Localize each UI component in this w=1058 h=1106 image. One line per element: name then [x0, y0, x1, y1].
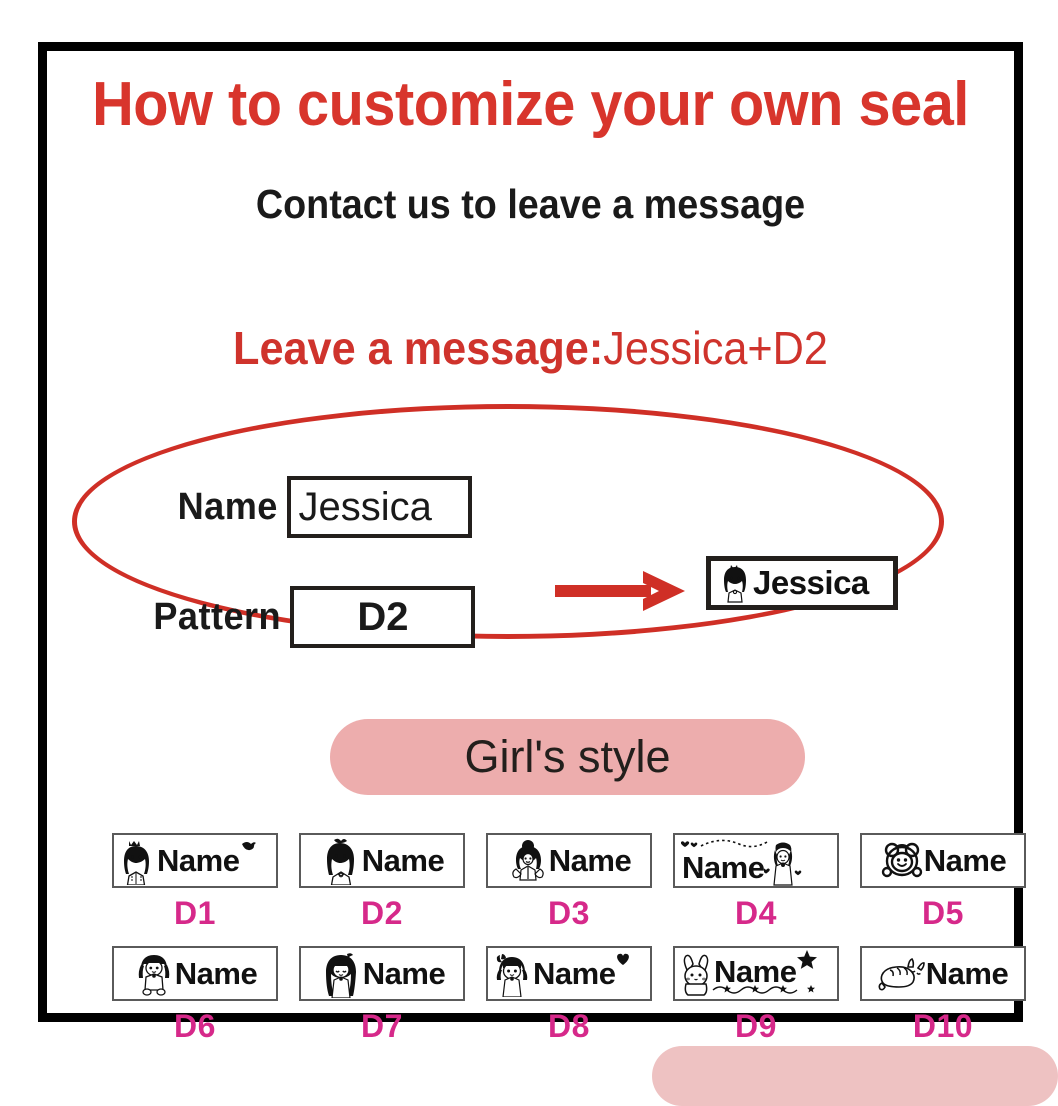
pattern-tile[interactable]: Name — [299, 946, 465, 1001]
pattern-sample-word: Name — [157, 843, 240, 878]
bird-icon — [242, 842, 257, 851]
name-input-value: Jessica — [298, 484, 432, 529]
right-arrow-icon — [555, 571, 685, 611]
leave-message-label: Leave a message: — [233, 322, 604, 374]
name-field-label: Name — [177, 485, 278, 528]
pattern-code: D2 — [361, 895, 403, 931]
pattern-input-box[interactable]: D2 — [290, 586, 476, 648]
pattern-code: D9 — [735, 1008, 777, 1044]
pattern-tile[interactable]: Name — [673, 833, 839, 888]
pattern-row: Name D1 Name D2 Name D3 Name D4 Name D5 — [109, 833, 1029, 932]
pattern-sample-word: Name — [362, 956, 446, 991]
example-area: Name Jessica Pattern D2 Jessica — [110, 446, 982, 681]
bunny-icon — [683, 954, 709, 996]
girl-ribbon-icon — [496, 953, 528, 997]
pattern-sample-word: Name — [533, 956, 616, 991]
pattern-option-d3[interactable]: Name D3 — [483, 833, 655, 932]
pattern-sample-word: Name — [923, 843, 1007, 878]
pattern-code: D6 — [174, 1008, 216, 1044]
pattern-option-d6[interactable]: Name D6 — [109, 946, 281, 1045]
next-section-pill — [652, 1046, 1058, 1106]
pattern-option-d4[interactable]: Name D4 — [670, 833, 842, 932]
girl-d2-icon — [724, 565, 746, 603]
pattern-sample-word: Name — [925, 956, 1009, 991]
leave-message-line: Leave a message:Jessica+D2 — [76, 321, 985, 375]
pattern-tile[interactable]: Name — [299, 833, 465, 888]
result-preview-text: Jessica — [753, 564, 869, 601]
pattern-code: D3 — [548, 895, 590, 931]
pattern-tile[interactable]: Name — [860, 833, 1026, 888]
bear-hood-face-icon — [881, 842, 922, 877]
star-wave-underline-icon — [712, 985, 815, 994]
pattern-sample-word: Name — [361, 843, 445, 878]
pattern-code: D7 — [361, 1008, 403, 1044]
pattern-option-d2[interactable]: Name D2 — [296, 833, 468, 932]
pattern-input-value: D2 — [357, 594, 409, 639]
star-icon — [797, 950, 818, 969]
pattern-sample-word: Name — [682, 850, 765, 885]
pattern-tile[interactable]: Name — [486, 946, 652, 1001]
subtitle-text: Contact us to leave a message — [255, 181, 806, 227]
pattern-option-d8[interactable]: Name D8 — [483, 946, 655, 1045]
heart-icon — [617, 953, 630, 965]
pattern-option-d5[interactable]: Name D5 — [857, 833, 1029, 932]
result-preview-box: Jessica — [706, 556, 898, 610]
girls-style-pill[interactable]: Girl's style — [330, 719, 805, 795]
leave-message-value: Jessica+D2 — [603, 322, 828, 374]
pattern-grid: Name D1 Name D2 Name D3 Name D4 Name D5 … — [109, 833, 1029, 1059]
pattern-field-row: Pattern D2 — [150, 586, 476, 648]
hearts-dots-trail-icon — [681, 839, 768, 848]
girls-style-label: Girl's style — [464, 731, 671, 782]
pattern-row: Name D6 Name D7 Name D8 Name D9 Name D10 — [109, 946, 1029, 1045]
fairy-girl-icon — [512, 839, 544, 881]
pattern-sample-word: Name — [174, 956, 258, 991]
pattern-tile[interactable]: Name — [112, 946, 278, 1001]
poster-frame: How to customize your own seal Contact u… — [38, 42, 1026, 1044]
page-title: How to customize your own seal — [92, 70, 969, 139]
pattern-code: D10 — [912, 1008, 974, 1044]
pattern-tile[interactable]: Name — [673, 946, 839, 1001]
pattern-code: D5 — [922, 895, 964, 931]
pattern-tile[interactable]: Name — [486, 833, 652, 888]
girl-pigtails-icon — [138, 954, 170, 996]
pattern-tile[interactable]: Name — [112, 833, 278, 888]
princess-crown-girl-icon — [124, 840, 149, 885]
long-hair-girl-icon — [325, 952, 356, 998]
pattern-option-d7[interactable]: Name D7 — [296, 946, 468, 1045]
pattern-code: D1 — [174, 895, 216, 931]
pattern-field-label: Pattern — [153, 595, 282, 638]
sleeping-cat-icon — [878, 957, 925, 990]
pattern-code: D8 — [548, 1008, 590, 1044]
name-input-box[interactable]: Jessica — [286, 476, 472, 538]
pattern-tile[interactable]: Name — [860, 946, 1026, 1001]
pattern-code: D4 — [735, 895, 777, 931]
pattern-option-d9[interactable]: Name D9 — [670, 946, 842, 1045]
pattern-option-d10[interactable]: Name D10 — [857, 946, 1029, 1045]
pattern-sample-word: Name — [548, 843, 632, 878]
name-field-row: Name Jessica — [175, 476, 472, 538]
pattern-option-d1[interactable]: Name D1 — [109, 833, 281, 932]
girl-bow-hair-icon — [326, 838, 354, 885]
